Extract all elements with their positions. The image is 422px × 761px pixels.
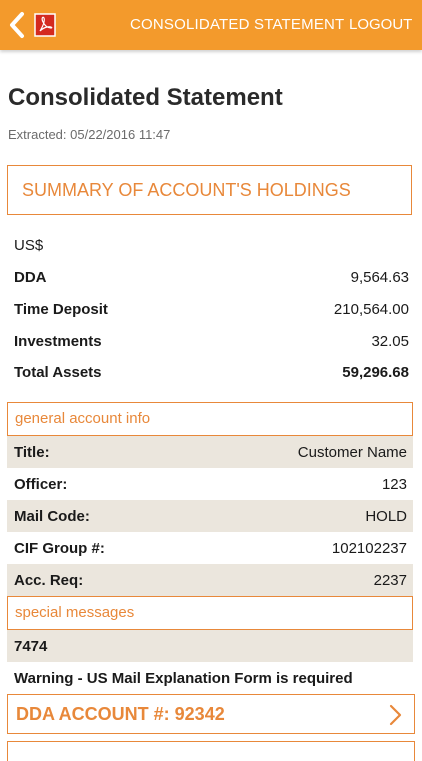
holding-value: 210,564.00 — [333, 301, 409, 318]
currency-label: US$ — [14, 237, 44, 254]
special-messages-header: special messages — [7, 596, 413, 630]
back-button[interactable] — [6, 10, 28, 40]
holding-label: Time Deposit — [14, 301, 108, 318]
holding-row-time-deposit: Time Deposit 210,564.00 — [14, 301, 409, 325]
info-label: Officer: — [14, 476, 68, 493]
general-account-info-header: general account info — [7, 402, 413, 436]
section-heading: general account info — [15, 410, 151, 427]
info-row-mail-code: Mail Code: HOLD — [7, 500, 413, 532]
holding-row-total-assets: Total Assets 59,296.68 — [14, 364, 409, 388]
message-row-code: 7474 — [7, 630, 413, 662]
holding-row-dda: DDA 9,564.63 — [14, 269, 409, 293]
nav-title: CONSOLIDATED STATEMENT — [130, 16, 345, 33]
info-value: 2237 — [373, 572, 407, 589]
info-label: Acc. Req: — [14, 572, 84, 589]
holding-label: DDA — [14, 269, 47, 286]
holding-value: 59,296.68 — [342, 364, 409, 381]
info-row-cif-group: CIF Group #: 102102237 — [7, 532, 413, 564]
extracted-timestamp: Extracted: 05/22/2016 11:47 — [8, 127, 171, 142]
info-value: HOLD — [365, 508, 407, 525]
dda-account-link[interactable]: DDA ACCOUNT #: 92342 — [7, 694, 415, 734]
info-value: Customer Name — [297, 444, 407, 461]
pdf-icon — [34, 13, 56, 37]
info-label: Mail Code: — [14, 508, 90, 525]
chevron-left-icon — [10, 12, 24, 38]
message-code: 7474 — [14, 638, 48, 655]
info-row-title: Title: Customer Name — [7, 436, 413, 468]
info-label: CIF Group #: — [14, 540, 105, 557]
info-row-officer: Officer: 123 — [7, 468, 413, 500]
page-title: Consolidated Statement — [8, 84, 283, 111]
holding-value: 32.05 — [371, 333, 409, 350]
logout-button[interactable]: LOGOUT — [349, 16, 412, 33]
section-heading: special messages — [15, 604, 135, 621]
holding-value: 9,564.63 — [350, 269, 409, 286]
warning-message: Warning - US Mail Explanation Form is re… — [14, 670, 353, 687]
next-account-link[interactable] — [7, 741, 415, 761]
info-label: Title: — [14, 444, 50, 461]
holding-row-investments: Investments 32.05 — [14, 333, 409, 357]
dda-account-label: DDA ACCOUNT #: 92342 — [16, 704, 225, 724]
pdf-button[interactable] — [34, 13, 56, 37]
chevron-right-icon — [389, 704, 402, 726]
summary-heading: SUMMARY OF ACCOUNT'S HOLDINGS — [22, 180, 351, 200]
summary-header: SUMMARY OF ACCOUNT'S HOLDINGS — [7, 165, 412, 215]
info-value: 123 — [381, 476, 407, 493]
top-navigation-bar: CONSOLIDATED STATEMENT LOGOUT — [0, 0, 422, 50]
holding-label: Total Assets — [14, 364, 102, 381]
info-row-acc-req: Acc. Req: 2237 — [7, 564, 413, 596]
info-value: 102102237 — [331, 540, 407, 557]
holding-label: Investments — [14, 333, 102, 350]
